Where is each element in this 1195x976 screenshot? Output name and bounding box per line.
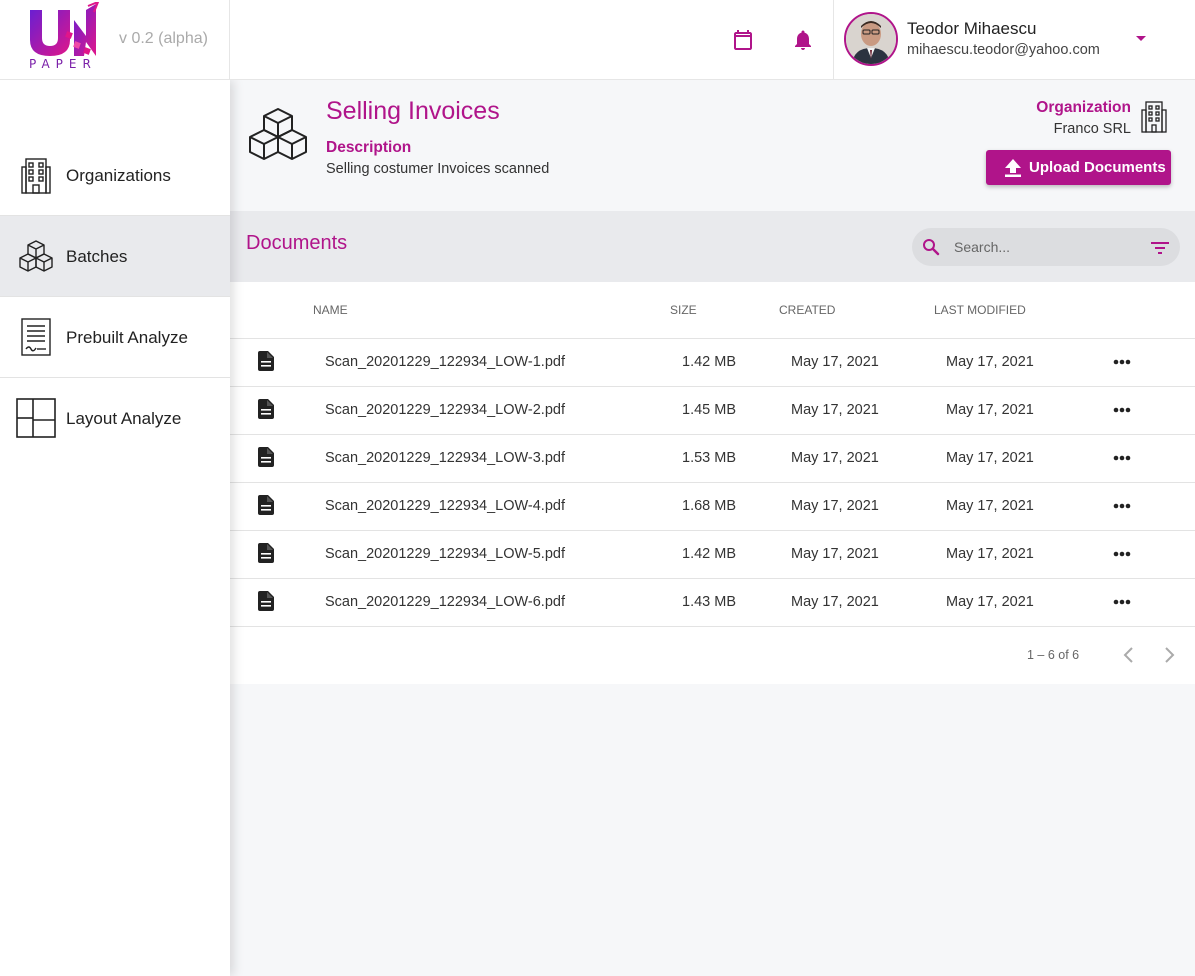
file-modified: May 17, 2021 xyxy=(946,450,1034,466)
building-icon xyxy=(21,158,51,194)
batch-header: Selling Invoices Description Selling cos… xyxy=(230,80,1195,211)
file-size: 1.68 MB xyxy=(682,498,736,514)
user-name: Teodor Mihaescu xyxy=(907,19,1037,38)
file-modified: May 17, 2021 xyxy=(946,354,1034,370)
upload-icon xyxy=(1005,159,1021,177)
sidebar-item-label: Batches xyxy=(66,247,128,266)
organization-label: Organization xyxy=(1036,99,1131,116)
file-size: 1.53 MB xyxy=(682,450,736,466)
file-name[interactable]: Scan_20201229_122934_LOW-1.pdf xyxy=(325,354,565,370)
file-modified: May 17, 2021 xyxy=(946,498,1034,514)
file-created: May 17, 2021 xyxy=(791,402,879,418)
file-size: 1.42 MB xyxy=(682,546,736,562)
column-header-size[interactable]: Size xyxy=(670,303,697,317)
more-options-icon[interactable] xyxy=(1108,400,1138,420)
file-modified: May 17, 2021 xyxy=(946,594,1034,610)
file-icon xyxy=(258,399,274,419)
more-options-icon[interactable] xyxy=(1108,352,1138,372)
documents-table: Name Size Created Last Modified Scan_202… xyxy=(230,282,1195,684)
sidebar-item-prebuilt-analyze[interactable]: Prebuilt Analyze xyxy=(0,297,230,378)
file-icon xyxy=(258,351,274,371)
table-row[interactable]: Scan_20201229_122934_LOW-4.pdf 1.68 MB M… xyxy=(230,483,1195,531)
user-menu[interactable]: Teodor Mihaescu mihaescu.teodor@yahoo.co… xyxy=(833,0,1195,80)
file-icon xyxy=(258,447,274,467)
documents-toolbar: Documents xyxy=(230,211,1195,282)
upload-documents-button[interactable]: Upload Documents xyxy=(986,150,1171,185)
top-bar: PAPER v 0.2 (alpha) Teodor Mihaescu miha… xyxy=(0,0,1195,80)
description-text: Selling costumer Invoices scanned xyxy=(326,161,550,177)
sidebar-item-layout-analyze[interactable]: Layout Analyze xyxy=(0,378,230,459)
more-options-icon[interactable] xyxy=(1108,592,1138,612)
file-name[interactable]: Scan_20201229_122934_LOW-4.pdf xyxy=(325,498,565,514)
file-name[interactable]: Scan_20201229_122934_LOW-6.pdf xyxy=(325,594,565,610)
search-input[interactable] xyxy=(954,237,1134,257)
building-icon xyxy=(1141,101,1167,133)
layout-icon xyxy=(16,398,56,438)
chevron-right-icon[interactable] xyxy=(1157,643,1181,667)
logo-area: PAPER v 0.2 (alpha) xyxy=(0,0,230,80)
avatar[interactable] xyxy=(844,12,898,66)
file-name[interactable]: Scan_20201229_122934_LOW-2.pdf xyxy=(325,402,565,418)
file-modified: May 17, 2021 xyxy=(946,546,1034,562)
bell-icon[interactable] xyxy=(791,28,815,52)
page-title: Selling Invoices xyxy=(326,97,500,125)
file-size: 1.43 MB xyxy=(682,594,736,610)
file-created: May 17, 2021 xyxy=(791,354,879,370)
column-header-created[interactable]: Created xyxy=(779,303,835,317)
pagination-range: 1 – 6 of 6 xyxy=(1027,648,1080,662)
sidebar-item-batches[interactable]: Batches xyxy=(0,216,230,297)
user-email: mihaescu.teodor@yahoo.com xyxy=(907,42,1100,58)
file-icon xyxy=(258,591,274,611)
file-created: May 17, 2021 xyxy=(791,546,879,562)
sidebar-item-label: Organizations xyxy=(66,166,171,185)
chevron-down-icon[interactable] xyxy=(1136,36,1146,41)
more-options-icon[interactable] xyxy=(1108,544,1138,564)
file-created: May 17, 2021 xyxy=(791,450,879,466)
boxes-icon xyxy=(19,240,53,272)
table-row[interactable]: Scan_20201229_122934_LOW-2.pdf 1.45 MB M… xyxy=(230,387,1195,435)
column-header-last-modified[interactable]: Last Modified xyxy=(934,303,1026,317)
file-created: May 17, 2021 xyxy=(791,594,879,610)
filter-icon[interactable] xyxy=(1150,240,1170,256)
search-icon xyxy=(923,239,940,256)
file-size: 1.42 MB xyxy=(682,354,736,370)
column-header-name[interactable]: Name xyxy=(313,303,348,317)
logo-wordmark: PAPER xyxy=(29,57,97,71)
pagination: 1 – 6 of 6 xyxy=(230,626,1195,684)
calendar-icon[interactable] xyxy=(731,28,755,52)
file-size: 1.45 MB xyxy=(682,402,736,418)
app-version: v 0.2 (alpha) xyxy=(119,30,208,47)
upload-button-label: Upload Documents xyxy=(1029,159,1166,176)
file-name[interactable]: Scan_20201229_122934_LOW-3.pdf xyxy=(325,450,565,466)
table-row[interactable]: Scan_20201229_122934_LOW-5.pdf 1.42 MB M… xyxy=(230,531,1195,579)
sidebar-item-organizations[interactable]: Organizations xyxy=(0,135,230,216)
boxes-icon xyxy=(249,108,307,160)
organization-value: Franco SRL xyxy=(1053,121,1131,137)
file-icon xyxy=(258,543,274,563)
section-title: Documents xyxy=(246,232,348,254)
file-modified: May 17, 2021 xyxy=(946,402,1034,418)
file-created: May 17, 2021 xyxy=(791,498,879,514)
document-signature-icon xyxy=(21,318,51,356)
sidebar-item-label: Prebuilt Analyze xyxy=(66,328,188,347)
more-options-icon[interactable] xyxy=(1108,496,1138,516)
file-name[interactable]: Scan_20201229_122934_LOW-5.pdf xyxy=(325,546,565,562)
table-row[interactable]: Scan_20201229_122934_LOW-3.pdf 1.53 MB M… xyxy=(230,435,1195,483)
description-label: Description xyxy=(326,139,412,156)
chevron-left-icon[interactable] xyxy=(1117,643,1141,667)
avatar-image xyxy=(846,14,896,64)
sidebar-item-label: Layout Analyze xyxy=(66,409,182,428)
search-box xyxy=(912,228,1180,266)
table-row[interactable]: Scan_20201229_122934_LOW-6.pdf 1.43 MB M… xyxy=(230,579,1195,627)
file-icon xyxy=(258,495,274,515)
table-row[interactable]: Scan_20201229_122934_LOW-1.pdf 1.42 MB M… xyxy=(230,339,1195,387)
sidebar: Organizations Batches Prebuilt Analyze L… xyxy=(0,80,230,976)
more-options-icon[interactable] xyxy=(1108,448,1138,468)
